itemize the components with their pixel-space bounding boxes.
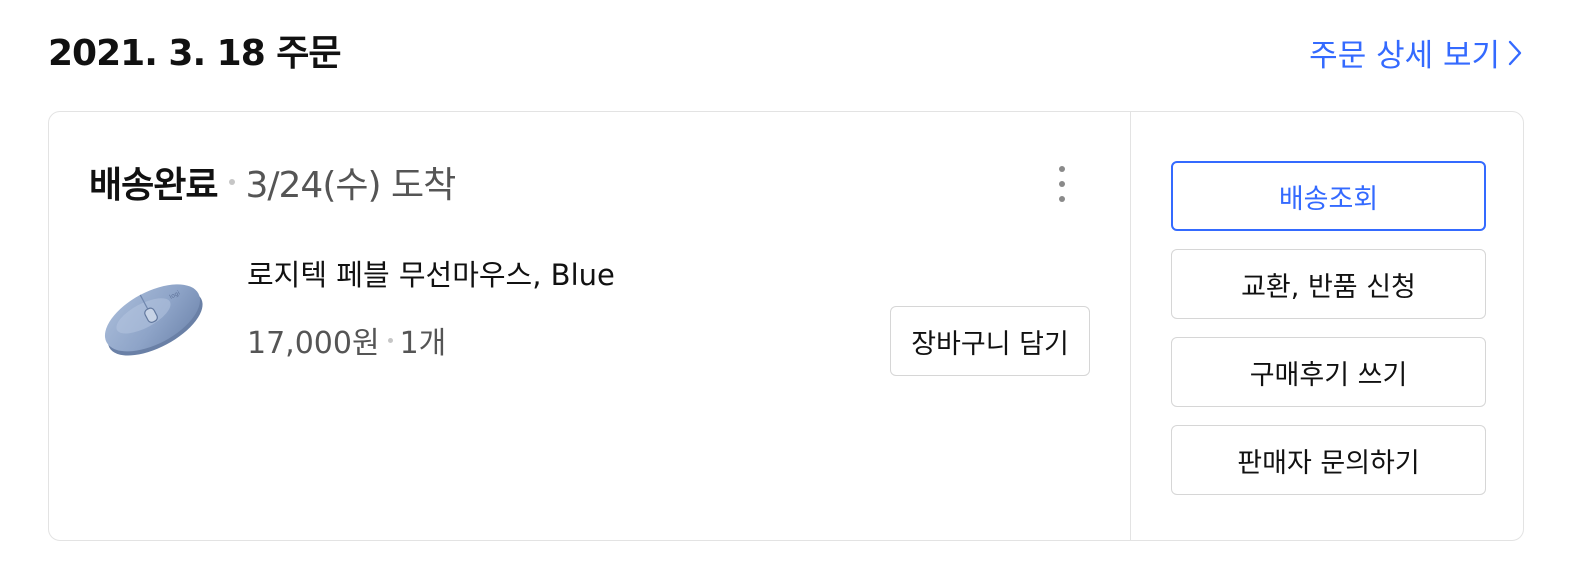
delivery-status: 배송완료	[89, 165, 218, 206]
seller-inquiry-button[interactable]: 판매자 문의하기	[1171, 425, 1486, 495]
add-to-cart-button[interactable]: 장바구니 담기	[890, 306, 1090, 376]
chevron-right-icon	[1508, 40, 1522, 65]
arrival-date: 3/24(수) 도착	[245, 165, 456, 206]
more-dot	[1059, 196, 1065, 202]
separator-dot	[387, 337, 393, 343]
more-dot	[1059, 166, 1065, 172]
order-detail-link[interactable]: 주문 상세 보기	[1309, 30, 1522, 75]
price-quantity-line: 17,000원 1개	[247, 318, 446, 362]
product-price: 17,000원	[247, 326, 380, 361]
write-review-button[interactable]: 구매후기 쓰기	[1171, 337, 1486, 407]
order-card: 배송완료 3/24(수) 도착 logi 로지텍 페블 무선마우스, Blue …	[48, 111, 1524, 541]
product-name-link[interactable]: 로지텍 페블 무선마우스, Blue	[247, 252, 615, 294]
separator-dot	[229, 179, 236, 185]
track-delivery-button[interactable]: 배송조회	[1171, 161, 1486, 231]
order-date-title: 2021. 3. 18 주문	[48, 33, 342, 74]
order-item-section: 배송완료 3/24(수) 도착 logi 로지텍 페블 무선마우스, Blue …	[49, 112, 1131, 540]
more-dot	[1059, 181, 1065, 187]
mouse-product-image[interactable]: logi	[95, 272, 209, 362]
more-options-icon[interactable]	[1049, 164, 1075, 204]
exchange-return-button[interactable]: 교환, 반품 신청	[1171, 249, 1486, 319]
delivery-status-line: 배송완료 3/24(수) 도착	[89, 156, 456, 208]
order-actions: 배송조회 교환, 반품 신청 구매후기 쓰기 판매자 문의하기	[1171, 161, 1486, 513]
product-quantity: 1개	[399, 326, 447, 361]
order-detail-link-label: 주문 상세 보기	[1309, 38, 1500, 74]
